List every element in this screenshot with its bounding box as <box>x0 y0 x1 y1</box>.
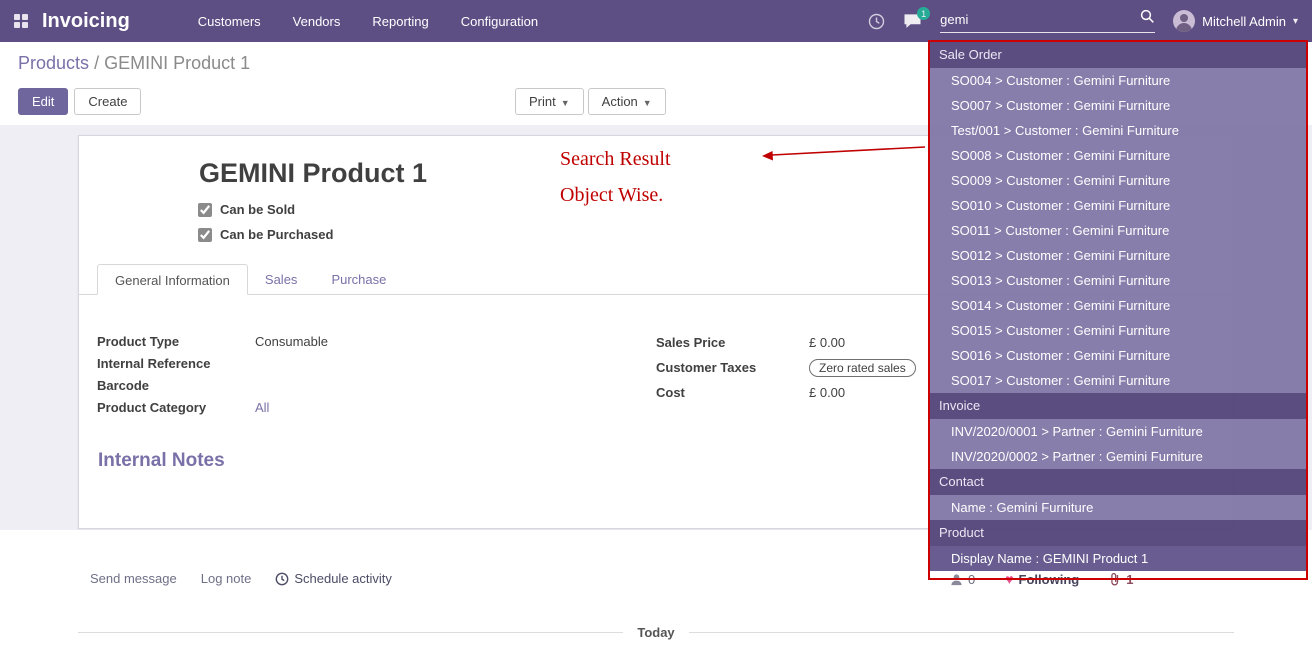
fields-left-column: Product Type Consumable Internal Referen… <box>97 330 328 418</box>
menu-reporting[interactable]: Reporting <box>358 3 442 40</box>
fields-right-column: Sales Price £ 0.00 Customer Taxes Zero r… <box>656 330 916 405</box>
field-customer-taxes: Customer Taxes Zero rated sales <box>656 355 916 380</box>
field-barcode: Barcode <box>97 374 328 396</box>
main-menu: Customers Vendors Reporting Configuratio… <box>184 3 552 40</box>
schedule-activity-button[interactable]: Schedule activity <box>275 571 392 586</box>
search-result-item[interactable]: SO015 > Customer : Gemini Furniture <box>930 318 1306 343</box>
product-title: GEMINI Product 1 <box>199 158 427 189</box>
search-result-item[interactable]: SO014 > Customer : Gemini Furniture <box>930 293 1306 318</box>
log-note-button[interactable]: Log note <box>201 571 252 586</box>
search-result-item-selected[interactable]: Display Name : GEMINI Product 1 <box>930 546 1306 571</box>
search-input[interactable] <box>940 12 1140 27</box>
caret-down-icon: ▼ <box>643 98 652 108</box>
chatter-actions: Send message Log note Schedule activity <box>90 571 392 586</box>
menu-vendors[interactable]: Vendors <box>279 3 355 40</box>
screen: Invoicing Customers Vendors Reporting Co… <box>0 0 1312 658</box>
annotation-line2: Object Wise. <box>560 184 663 207</box>
field-sales-price: Sales Price £ 0.00 <box>656 330 916 355</box>
messages-icon[interactable]: 1 <box>903 13 922 29</box>
top-navbar: Invoicing Customers Vendors Reporting Co… <box>0 0 1312 42</box>
user-name: Mitchell Admin <box>1202 14 1286 29</box>
search-result-item[interactable]: INV/2020/0001 > Partner : Gemini Furnitu… <box>930 419 1306 444</box>
search-result-item[interactable]: SO011 > Customer : Gemini Furniture <box>930 218 1306 243</box>
group-header-invoice: Invoice <box>930 393 1306 419</box>
can-be-purchased-checkbox[interactable] <box>198 228 212 242</box>
tab-purchase[interactable]: Purchase <box>314 264 403 294</box>
search-result-item[interactable]: Name : Gemini Furniture <box>930 495 1306 520</box>
messages-badge: 1 <box>917 7 930 20</box>
can-be-purchased-label: Can be Purchased <box>220 227 333 242</box>
navbar-right: 1 Mitchell Admin ▾ <box>868 9 1298 33</box>
group-header-product: Product <box>930 520 1306 546</box>
group-header-contact: Contact <box>930 469 1306 495</box>
internal-notes-heading: Internal Notes <box>98 450 225 472</box>
search-result-item[interactable]: SO016 > Customer : Gemini Furniture <box>930 343 1306 368</box>
caret-down-icon: ▾ <box>1293 16 1298 27</box>
search-result-item[interactable]: SO017 > Customer : Gemini Furniture <box>930 368 1306 393</box>
global-search <box>940 9 1155 33</box>
field-cost: Cost £ 0.00 <box>656 380 916 405</box>
annotation-line1: Search Result <box>560 148 671 171</box>
edit-button[interactable]: Edit <box>18 88 68 115</box>
can-be-sold-row: Can be Sold <box>198 202 295 217</box>
menu-configuration[interactable]: Configuration <box>447 3 552 40</box>
action-dropdown-button[interactable]: Action▼ <box>588 88 666 115</box>
apps-grid-icon[interactable] <box>14 14 28 28</box>
search-result-item[interactable]: SO010 > Customer : Gemini Furniture <box>930 193 1306 218</box>
tax-tag: Zero rated sales <box>809 359 916 377</box>
breadcrumb: Products / GEMINI Product 1 <box>18 53 250 74</box>
tab-sales[interactable]: Sales <box>248 264 315 294</box>
product-category-link[interactable]: All <box>255 400 269 415</box>
record-buttons: Edit Create <box>18 88 141 115</box>
field-product-category: Product Category All <box>97 396 328 418</box>
can-be-sold-checkbox[interactable] <box>198 203 212 217</box>
clock-icon <box>275 572 289 586</box>
field-product-type: Product Type Consumable <box>97 330 328 352</box>
action-buttons: Print▼ Action▼ <box>515 88 666 115</box>
user-menu[interactable]: Mitchell Admin ▾ <box>1173 10 1298 32</box>
search-result-item[interactable]: SO013 > Customer : Gemini Furniture <box>930 268 1306 293</box>
activity-clock-icon[interactable] <box>868 13 885 30</box>
can-be-purchased-row: Can be Purchased <box>198 227 333 242</box>
caret-down-icon: ▼ <box>561 98 570 108</box>
search-result-item[interactable]: SO008 > Customer : Gemini Furniture <box>930 143 1306 168</box>
group-header-sale-order: Sale Order <box>930 42 1306 68</box>
menu-customers[interactable]: Customers <box>184 3 275 40</box>
search-icon[interactable] <box>1140 9 1155 29</box>
search-result-item[interactable]: Test/001 > Customer : Gemini Furniture <box>930 118 1306 143</box>
field-internal-reference: Internal Reference <box>97 352 328 374</box>
create-button[interactable]: Create <box>74 88 141 115</box>
breadcrumb-current: GEMINI Product 1 <box>104 53 250 73</box>
breadcrumb-products[interactable]: Products <box>18 53 89 73</box>
search-result-item[interactable]: INV/2020/0002 > Partner : Gemini Furnitu… <box>930 444 1306 469</box>
can-be-sold-label: Can be Sold <box>220 202 295 217</box>
search-results-dropdown: Sale Order SO004 > Customer : Gemini Fur… <box>928 40 1308 580</box>
search-result-item[interactable]: SO012 > Customer : Gemini Furniture <box>930 243 1306 268</box>
search-result-item[interactable]: SO007 > Customer : Gemini Furniture <box>930 93 1306 118</box>
app-title[interactable]: Invoicing <box>42 10 130 33</box>
date-divider: Today <box>78 625 1234 640</box>
send-message-button[interactable]: Send message <box>90 571 177 586</box>
search-result-item[interactable]: SO009 > Customer : Gemini Furniture <box>930 168 1306 193</box>
search-result-item[interactable]: SO004 > Customer : Gemini Furniture <box>930 68 1306 93</box>
tab-general-information[interactable]: General Information <box>97 264 248 295</box>
print-dropdown-button[interactable]: Print▼ <box>515 88 584 115</box>
user-avatar <box>1173 10 1195 32</box>
